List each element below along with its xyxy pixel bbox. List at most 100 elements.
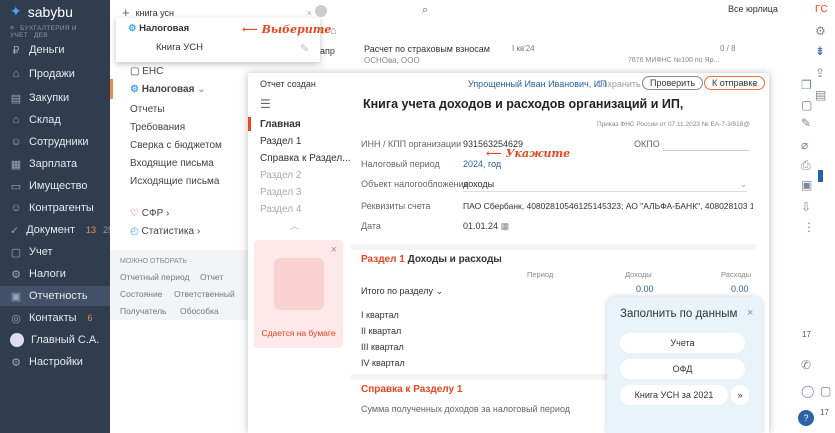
sidebar-item[interactable]: ☺ Контрагенты [0,198,110,218]
row-doc-title[interactable]: Расчет по страховым взносам [364,44,490,54]
filter-recipient[interactable]: Получатель [120,306,166,316]
nav-section4[interactable]: Раздел 4 [260,204,301,215]
close-icon[interactable]: × [331,244,337,256]
search-input[interactable]: книга усн [136,8,174,18]
edit-icon[interactable]: ✎ [300,42,309,55]
ens-item[interactable]: ▢ ЕНС [130,66,163,77]
settings-icon: ⚙ [11,356,21,369]
sort-icon[interactable]: ⇟ [815,44,825,58]
print-icon[interactable]: ⎙ [801,158,811,173]
nav-section1[interactable]: Раздел 1 [260,136,301,147]
outgoing-letters-link[interactable]: Исходящие письма [130,176,219,187]
total-row[interactable]: Итого по разделу ⌄ [361,286,443,297]
clear-icon[interactable]: × [307,8,312,18]
total-expense[interactable]: 0.00 [731,284,749,294]
sidebar-item[interactable]: ⌂ Продажи [0,64,110,84]
date-field[interactable]: 01.01.24 ▦ [463,221,509,232]
object-select[interactable]: доходы ⌄ [463,179,747,192]
sidebar-item-label: Отчетность [29,290,88,302]
fill-ofd-button[interactable]: ОФД [620,359,745,379]
chevron-down-icon: ⌄ [197,84,206,95]
filter-branch[interactable]: Обособка [180,306,219,316]
edit-doc-icon[interactable]: ✎ [801,116,811,130]
more-icon[interactable]: ⋮ [803,220,815,234]
sidebar-item[interactable]: ₽ Деньги [0,40,110,60]
nav-section3[interactable]: Раздел 3 [260,187,301,198]
close-icon[interactable]: × [747,307,753,319]
menu-icon[interactable]: ☰ [260,97,271,111]
save-icon[interactable]: ▣ [801,178,812,192]
stats-item[interactable]: ◴ Статистика › [130,226,200,237]
incoming-letters-link[interactable]: Входящие письма [130,158,214,169]
sidebar-item[interactable]: ▤ Закупки [0,88,110,108]
suggestion-item[interactable]: Книга УСН [156,42,203,53]
save-link[interactable]: Сохранить [596,79,641,89]
reconciliation-link[interactable]: Сверка с бюджетом [130,140,222,151]
sidebar-item[interactable]: ▭ Имущество [0,176,110,196]
filter-period[interactable]: Отчетный период [120,272,190,282]
org-selector[interactable]: Все юрлица ▽ [728,4,787,15]
brand-icon[interactable]: ΓC [815,4,828,15]
calendar-badge[interactable]: 17 [802,330,811,339]
sidebar-item[interactable]: ✓ Документ 13 25 [0,220,113,240]
sidebar-item[interactable]: ▣ Отчетность [0,286,110,306]
close-icon[interactable]: × [752,79,758,91]
filter-responsible[interactable]: Ответственный [174,289,235,299]
period-link[interactable]: 2024, год [463,159,501,169]
filter-state[interactable]: Состояние [120,289,162,299]
brand-logo[interactable]: ✦ sabybu [10,3,73,20]
document-icon[interactable]: ▢ [801,98,812,112]
check-button[interactable]: Проверить [642,76,704,90]
sfr-item[interactable]: ♡ СФР › [130,208,169,219]
reports-link[interactable]: Отчеты [130,104,165,115]
requirements-link[interactable]: Требования [130,122,185,133]
download-icon[interactable]: ⇩ [801,200,811,214]
count-badge: 6 [87,313,93,323]
accent-bar [818,170,823,182]
annotation-choose: ⟵ Выберите [242,23,332,36]
bank-value[interactable]: ПАО Сбербанк, 40802810546125145323; АО "… [463,201,753,211]
signer-link[interactable]: Упрощенный Иван Иванович, ИП [468,79,607,89]
nav-section2[interactable]: Раздел 2 [260,170,301,181]
close-circle-icon[interactable] [315,5,327,17]
gear-icon[interactable]: ⚙ [815,24,826,38]
sidebar-item[interactable]: ▦ Зарплата [0,154,110,174]
tax-item[interactable]: ⚙ Налоговая ⌄ [130,84,206,95]
sidebar: ✦ sabybu ≡ БУХГАЛТЕРИЯ И УЧЕТ ДЕВ ₽ Деньги ⌂ П… [0,0,113,433]
sidebar-item[interactable]: Главный С.А. [0,330,110,350]
sidebar-item[interactable]: ⚙ Настройки [0,352,110,372]
sidebar-item[interactable]: ◎ Контакты 6 [0,308,110,328]
calendar-badge-2[interactable]: 17 [820,408,829,417]
chevron-up-icon[interactable]: ︿ [290,219,299,232]
accounting-icon: ▢ [10,246,22,259]
sidebar-item[interactable]: ☺ Сотрудники [0,132,110,152]
save-icon[interactable]: ▤ [815,88,826,102]
section1-title: Доходы и расходы [407,254,502,265]
quarter-3: III квартал [361,342,404,352]
okpo-label: ОКПО [634,139,660,149]
row-inspection: 7676 МИФНС №100 по Яр... [628,57,720,64]
nav-reference[interactable]: Справка к Раздел... [260,153,351,164]
fill-accounting-button[interactable]: Учета [620,333,745,353]
upload-icon[interactable]: ⇪ [815,66,825,80]
help-icon[interactable]: ? [798,410,814,426]
annotation-specify: ⟵ Укажите [486,147,571,160]
phone-icon[interactable]: ✆ [801,358,811,372]
filter-report[interactable]: Отчет [200,272,223,282]
calendar-icon: ▦ [500,221,510,231]
sidebar-item[interactable]: ⌂ Склад [0,110,110,130]
nav-main[interactable]: Главная [260,119,301,130]
total-income[interactable]: 0.00 [636,284,654,294]
sidebar-item[interactable]: ⚙ Налоги [0,264,110,284]
copy-icon[interactable]: ❐ [801,78,812,92]
chevrons-right-icon[interactable]: » [731,385,749,405]
fill-book-button[interactable]: Книга УСН за 2021 [620,385,728,405]
chat-icon[interactable]: ◯ [801,384,814,398]
search-icon[interactable]: ⌕ [422,4,428,17]
suggestion-group[interactable]: ⚙ Налоговая [128,23,189,34]
attach-icon[interactable]: ⌀ [801,138,808,152]
okpo-input[interactable] [663,135,749,151]
inn-label: ИНН / КПП организации [361,139,462,149]
message-icon[interactable]: ▢ [820,384,831,398]
sidebar-item[interactable]: ▢ Учет [0,242,110,262]
